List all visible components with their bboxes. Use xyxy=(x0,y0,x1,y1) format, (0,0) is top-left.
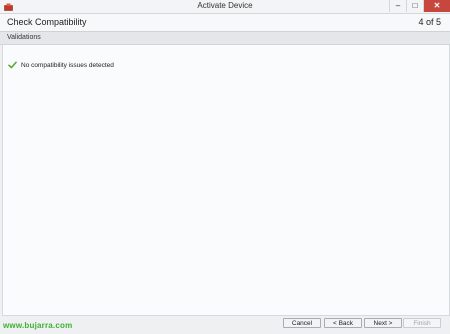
window-controls: ‒ □ ✕ xyxy=(389,0,450,12)
validation-result: No compatibility issues detected xyxy=(8,61,114,69)
validation-message: No compatibility issues detected xyxy=(21,61,114,69)
validation-panel: No compatibility issues detected xyxy=(2,45,450,316)
title-bar: Activate Device ‒ □ ✕ xyxy=(0,0,450,14)
finish-button[interactable]: Finish xyxy=(403,318,441,328)
cancel-button[interactable]: Cancel xyxy=(283,318,321,328)
page-title: Check Compatibility xyxy=(7,17,87,27)
step-indicator: 4 of 5 xyxy=(418,17,441,27)
next-button[interactable]: Next > xyxy=(364,318,402,328)
section-header: Validations xyxy=(0,32,450,45)
back-button[interactable]: < Back xyxy=(324,318,362,328)
wizard-footer: www.bujarra.com Cancel < Back Next > Fin… xyxy=(0,316,450,334)
close-button[interactable]: ✕ xyxy=(423,0,450,12)
minimize-button[interactable]: ‒ xyxy=(389,0,406,12)
section-label: Validations xyxy=(7,34,41,41)
wizard-header: Check Compatibility 4 of 5 xyxy=(0,14,450,32)
watermark-text: www.bujarra.com xyxy=(3,321,73,330)
maximize-button[interactable]: □ xyxy=(406,0,423,12)
window-title: Activate Device xyxy=(197,1,253,10)
check-icon xyxy=(8,61,17,69)
